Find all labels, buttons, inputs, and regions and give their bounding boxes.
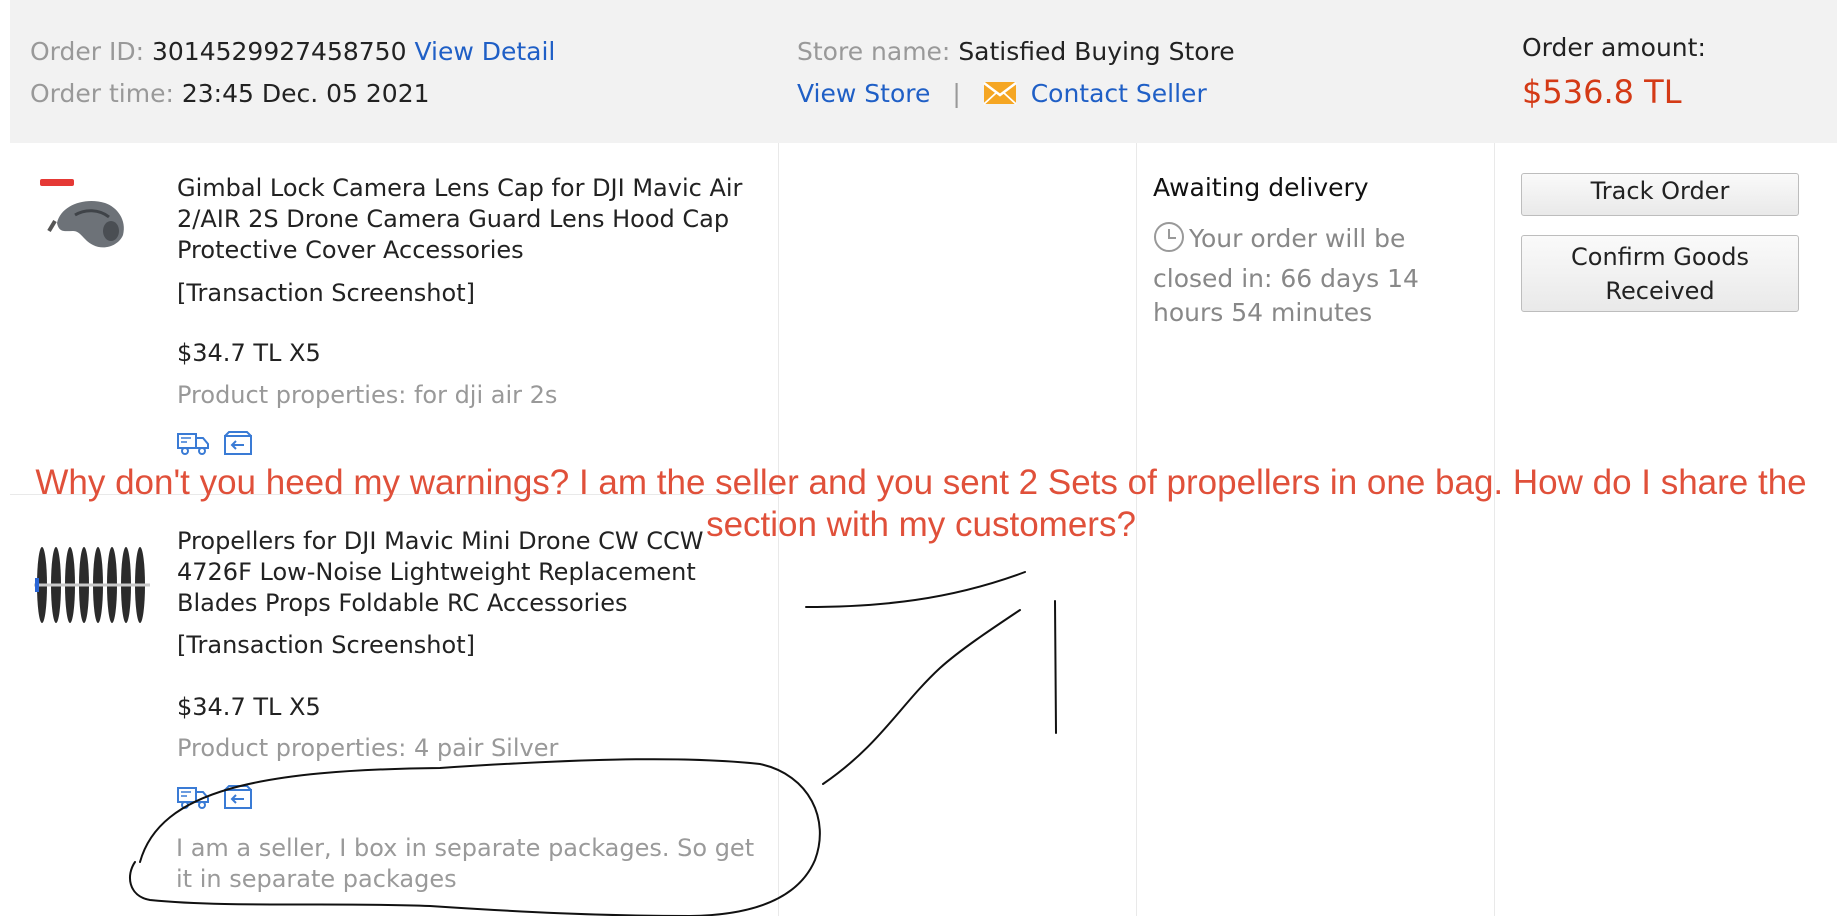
ink-annotation-drawing bbox=[128, 571, 1057, 916]
